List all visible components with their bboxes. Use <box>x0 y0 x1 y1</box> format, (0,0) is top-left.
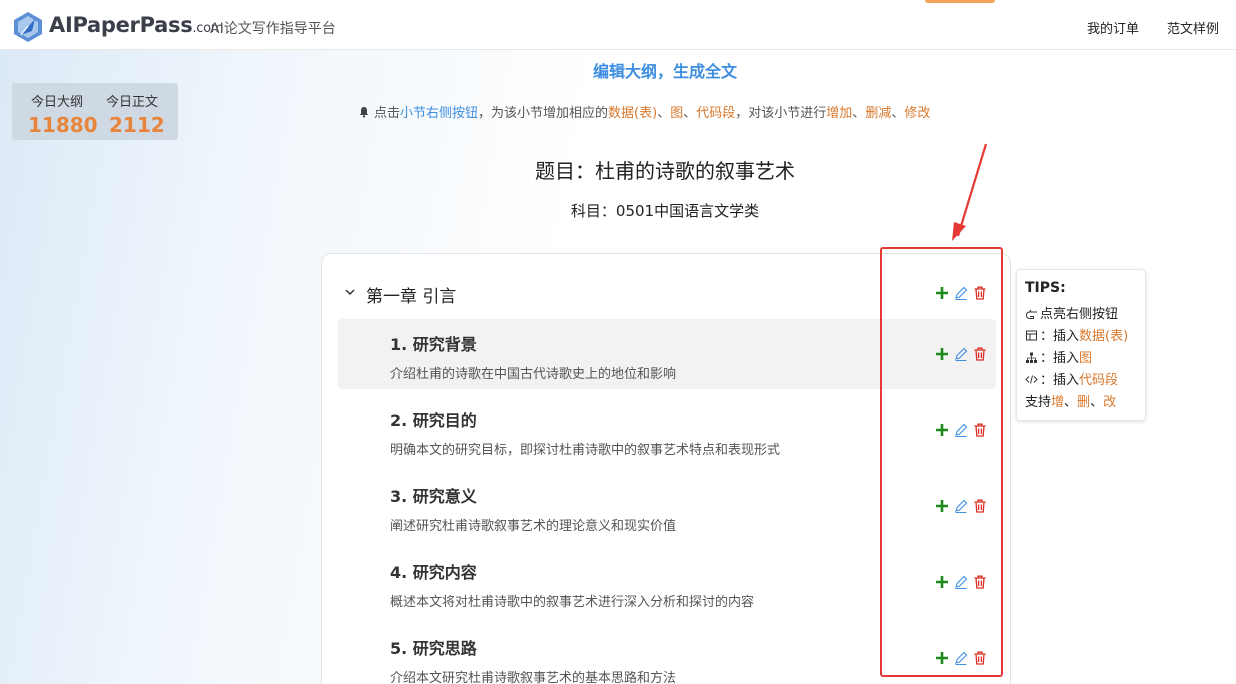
logo-main: AIPaperPass <box>49 13 193 37</box>
paper-title: 题目：杜甫的诗歌的叙事艺术 <box>535 159 795 183</box>
tip-text: 数据(表) <box>1079 329 1129 344</box>
section-title: 1. 研究背景 <box>390 335 477 354</box>
section-description: 概述本文将对杜甫诗歌中的叙事艺术进行深入分析和探讨的内容 <box>390 595 755 610</box>
chapter-title[interactable]: 第一章 引言 <box>366 282 456 307</box>
arrow-icon <box>952 143 988 241</box>
page-heading: 编辑大纲，生成全文 <box>592 62 737 81</box>
highlight-box <box>880 247 1003 677</box>
tip-text: 支持 <box>1025 395 1052 410</box>
tip-text: 、 <box>1090 395 1104 410</box>
top-navbar: AIPaperPass.com AI论文写作指导平台 我的订单 范文样例 <box>0 0 1236 50</box>
hint-text: 代码段 <box>696 106 736 121</box>
section-title: 4. 研究内容 <box>390 563 477 582</box>
section-description: 介绍本文研究杜甫诗歌叙事艺术的基本思路和方法 <box>390 671 677 684</box>
hint-text: 、 <box>891 106 905 121</box>
nav-sample-papers[interactable]: 范文样例 <box>1167 18 1219 37</box>
tip-text: ：插入 <box>1040 373 1080 388</box>
outline-count-value: 11880 <box>28 113 98 137</box>
tips-panel: TIPS: 点亮右侧按钮 ：插入数据(表) ：插入图 ：插入代码段 支持增、删、… <box>1016 269 1146 421</box>
outline-count-label: 今日大纲 <box>31 95 84 110</box>
nav-my-orders[interactable]: 我的订单 <box>1087 18 1139 37</box>
diagram-icon <box>1026 352 1037 363</box>
hint-text: 删减 <box>865 106 892 121</box>
body-count-value: 2112 <box>109 113 165 137</box>
section-title: 3. 研究意义 <box>390 487 477 506</box>
hint-text: 、 <box>852 106 866 121</box>
tip-line: ：插入数据(表) <box>1025 325 1128 344</box>
tip-text: ：插入 <box>1040 351 1080 366</box>
hint-text: 小节右侧按钮 <box>400 106 479 121</box>
tip-text: 点亮右侧按钮 <box>1040 307 1119 322</box>
code-icon <box>1025 375 1038 384</box>
tip-text: 改 <box>1103 395 1117 410</box>
table-icon <box>1026 330 1037 341</box>
hint-text: 图 <box>670 106 684 121</box>
instruction-hint: 点击小节右侧按钮，为该小节增加相应的数据(表)、图、代码段，对该小节进行增加、删… <box>358 102 930 121</box>
tips-title: TIPS: <box>1025 280 1066 296</box>
tagline: AI论文写作指导平台 <box>210 21 336 37</box>
hint-text: 增加 <box>826 106 853 121</box>
hint-text: ，对该小节进行 <box>735 106 827 121</box>
tip-line: ：插入代码段 <box>1025 369 1118 388</box>
logo-icon[interactable] <box>12 11 44 43</box>
logo-text[interactable]: AIPaperPass.com <box>49 13 223 37</box>
tip-text: 删 <box>1077 395 1091 410</box>
tip-line: 支持增、删、改 <box>1025 391 1116 410</box>
daily-stats-panel: 今日大纲 今日正文 11880 2112 <box>12 83 178 140</box>
hint-text: 、 <box>657 106 671 121</box>
chevron-down-icon[interactable] <box>344 286 356 298</box>
tip-text: 图 <box>1079 351 1093 366</box>
section-title: 5. 研究思路 <box>390 639 477 658</box>
hint-text: 修改 <box>904 106 931 121</box>
section-description: 明确本文的研究目标，即探讨杜甫诗歌中的叙事艺术特点和表现形式 <box>390 443 781 458</box>
section-description: 阐述研究杜甫诗歌叙事艺术的理论意义和现实价值 <box>390 519 677 534</box>
tip-line: 点亮右侧按钮 <box>1025 303 1118 322</box>
hint-text: ，为该小节增加相应的 <box>478 106 609 121</box>
pointing-hand-icon <box>1025 309 1037 319</box>
tip-line: ：插入图 <box>1025 347 1092 366</box>
section-title: 2. 研究目的 <box>390 411 477 430</box>
tip-text: ：插入 <box>1040 329 1080 344</box>
hint-text: 点击 <box>374 106 401 121</box>
orange-tab-edge <box>925 0 995 3</box>
paper-subject: 科目：0501中国语言文学类 <box>570 202 760 220</box>
hint-text: 、 <box>683 106 697 121</box>
bell-icon <box>359 107 369 118</box>
body-count-label: 今日正文 <box>106 95 159 110</box>
tip-text: 、 <box>1064 395 1078 410</box>
hint-text: 数据(表) <box>608 106 658 121</box>
tip-text: 代码段 <box>1079 373 1119 388</box>
tip-text: 增 <box>1051 395 1065 410</box>
section-description: 介绍杜甫的诗歌在中国古代诗歌史上的地位和影响 <box>390 367 677 382</box>
